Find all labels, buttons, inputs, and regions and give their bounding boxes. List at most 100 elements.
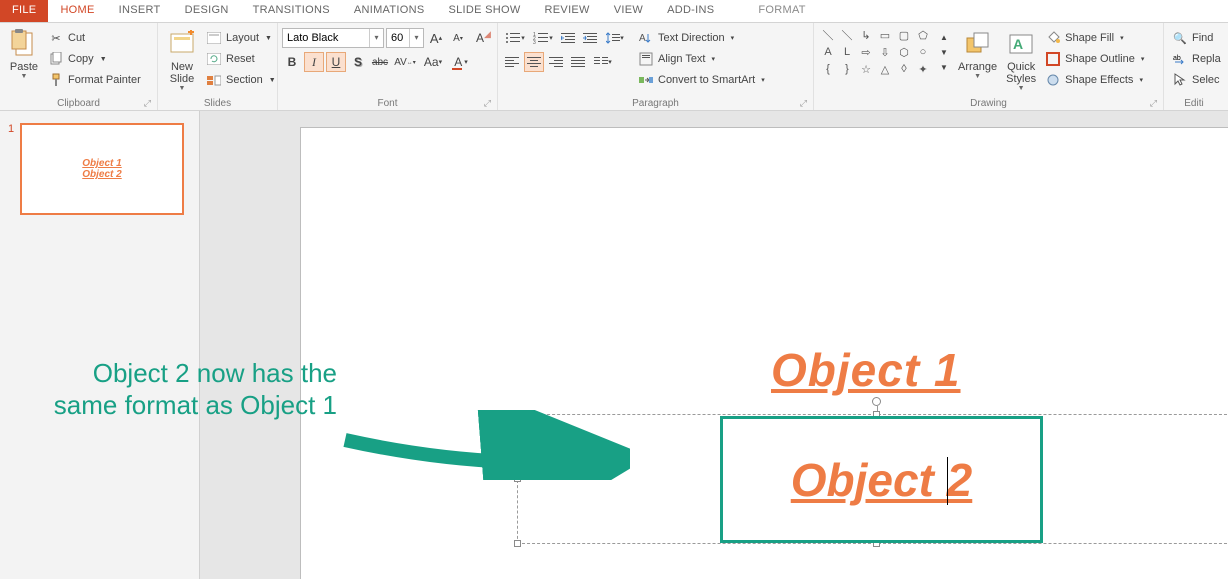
char-spacing-button[interactable]: AV↔▾ (392, 52, 418, 72)
select-button[interactable]: Selec (1168, 70, 1225, 90)
shapes-scroll-up[interactable]: ▲ (934, 30, 954, 44)
shape-line3[interactable]: L (838, 44, 856, 60)
shrink-font-button[interactable]: A▾ (448, 28, 468, 48)
font-launcher[interactable]: ⤢ (484, 98, 491, 109)
slide-thumbnails-panel[interactable]: 1 Object 1 Object 2 (0, 111, 200, 579)
slide-thumbnail-1[interactable]: 1 Object 1 Object 2 (10, 123, 189, 215)
tab-addins[interactable]: ADD-INS (655, 0, 726, 22)
chevron-down-icon: ▼ (974, 73, 981, 80)
shape-chev[interactable]: ⬡ (895, 44, 913, 60)
new-slide-button[interactable]: New Slide ▼ (162, 26, 202, 94)
replace-button[interactable]: ab Repla (1168, 49, 1225, 69)
change-case-button[interactable]: Aa▾ (420, 52, 446, 72)
layout-button[interactable]: Layout▼ (202, 28, 280, 48)
tab-view[interactable]: VIEW (602, 0, 655, 22)
align-center-button[interactable] (524, 52, 544, 72)
shape-line2[interactable]: ＼ (838, 27, 856, 43)
textbox-object-2[interactable]: Object 2 (720, 416, 1043, 543)
shape-line[interactable]: ＼ (819, 27, 837, 43)
columns-button[interactable]: ▾ (590, 52, 616, 72)
shape-effects-button[interactable]: Shape Effects▾ (1041, 70, 1148, 90)
find-button[interactable]: 🔍Find (1168, 28, 1225, 48)
clear-format-button[interactable]: A◢ (470, 28, 490, 48)
decrease-indent-button[interactable] (558, 28, 578, 48)
resize-handle-sw[interactable] (514, 540, 521, 547)
justify-button[interactable] (568, 52, 588, 72)
shape-brace[interactable]: { (819, 61, 837, 77)
shape-down[interactable]: ⇩ (876, 44, 894, 60)
paragraph-launcher[interactable]: ⤢ (800, 98, 807, 109)
thumb-text-1: Object 1 (82, 158, 121, 169)
align-text-button[interactable]: Align Text▾ (634, 49, 769, 69)
align-right-button[interactable] (546, 52, 566, 72)
annotation-arrow (340, 410, 630, 480)
strikethrough-button[interactable]: abc (370, 52, 390, 72)
align-left-button[interactable] (502, 52, 522, 72)
shape-callout[interactable]: ◊ (895, 61, 913, 77)
shape-arrow[interactable]: ⇨ (857, 44, 875, 60)
slide-canvas[interactable]: Object 1 Object 2 (300, 127, 1228, 579)
font-size-input[interactable] (387, 29, 409, 47)
shapes-gallery[interactable]: ＼ ＼ ↳ ▭ ▢ ⬠ A L ⇨ ⇩ ⬡ ○ { } ☆ △ ◊ (818, 26, 933, 78)
shape-rect[interactable]: ▭ (876, 27, 894, 43)
tab-animations[interactable]: ANIMATIONS (342, 0, 437, 22)
replace-label: Repla (1192, 53, 1221, 65)
chevron-down-icon: ▼ (179, 85, 186, 92)
font-size-combo[interactable]: ▾ (386, 28, 424, 48)
workspace: 1 Object 1 Object 2 Object 1 Object 2 (0, 111, 1228, 579)
line-spacing-button[interactable]: ▾ (602, 28, 628, 48)
chevron-down-icon[interactable]: ▾ (369, 29, 383, 47)
paste-button[interactable]: Paste ▼ (4, 26, 44, 82)
grow-font-button[interactable]: A▴ (426, 28, 446, 48)
section-button[interactable]: Section▼ (202, 70, 280, 90)
shape-tri[interactable]: △ (876, 61, 894, 77)
textbox-object-1[interactable]: Object 1 (771, 343, 961, 397)
shape-fill-button[interactable]: Shape Fill▾ (1041, 28, 1148, 48)
format-painter-button[interactable]: Format Painter (44, 70, 145, 90)
arrange-button[interactable]: Arrange ▼ (954, 26, 1001, 82)
replace-icon: ab (1172, 51, 1188, 67)
tab-file[interactable]: FILE (0, 0, 48, 22)
tab-transitions[interactable]: TRANSITIONS (241, 0, 342, 22)
shape-oval[interactable]: ○ (914, 44, 932, 60)
bold-button[interactable]: B (282, 52, 302, 72)
increase-indent-button[interactable] (580, 28, 600, 48)
shape-brace2[interactable]: } (838, 61, 856, 77)
reset-button[interactable]: Reset (202, 49, 280, 69)
convert-smartart-button[interactable]: Convert to SmartArt▾ (634, 70, 769, 90)
drawing-launcher[interactable]: ⤢ (1150, 98, 1157, 109)
shape-roundrect[interactable]: ▢ (895, 27, 913, 43)
shape-outline-button[interactable]: Shape Outline▾ (1041, 49, 1148, 69)
bullets-button[interactable]: ▾ (502, 28, 528, 48)
tab-home[interactable]: HOME (48, 0, 106, 22)
shapes-scroll-down[interactable]: ▼ (934, 45, 954, 59)
text-direction-button[interactable]: AText Direction▾ (634, 28, 769, 48)
copy-button[interactable]: Copy ▼ (44, 49, 145, 69)
thumbnail-preview[interactable]: Object 1 Object 2 (20, 123, 184, 215)
shape-star[interactable]: ☆ (857, 61, 875, 77)
object-2-text[interactable]: Object 2 (791, 453, 973, 507)
rotate-handle[interactable] (872, 397, 881, 406)
shapes-more[interactable]: ▼ (934, 60, 954, 74)
font-name-combo[interactable]: ▾ (282, 28, 384, 48)
tab-slideshow[interactable]: SLIDE SHOW (436, 0, 532, 22)
underline-button[interactable]: U (326, 52, 346, 72)
numbering-button[interactable]: 123▾ (530, 28, 556, 48)
tab-format[interactable]: FORMAT (746, 0, 817, 22)
shape-connector[interactable]: ↳ (857, 27, 875, 43)
quick-styles-button[interactable]: A Quick Styles ▼ (1001, 26, 1041, 94)
clipboard-launcher[interactable]: ⤢ (144, 98, 151, 109)
shape-plus[interactable]: ✦ (914, 61, 932, 77)
chevron-down-icon[interactable]: ▾ (409, 29, 423, 47)
font-color-button[interactable]: A▾ (448, 52, 474, 72)
italic-button[interactable]: I (304, 52, 324, 72)
shape-textbox[interactable]: A (819, 44, 837, 60)
tab-review[interactable]: REVIEW (533, 0, 602, 22)
select-label: Selec (1192, 74, 1220, 86)
cut-button[interactable]: ✂ Cut (44, 28, 145, 48)
tab-design[interactable]: DESIGN (173, 0, 241, 22)
tab-insert[interactable]: INSERT (107, 0, 173, 22)
shadow-button[interactable]: S (348, 52, 368, 72)
font-name-input[interactable] (283, 29, 369, 47)
shape-poly[interactable]: ⬠ (914, 27, 932, 43)
